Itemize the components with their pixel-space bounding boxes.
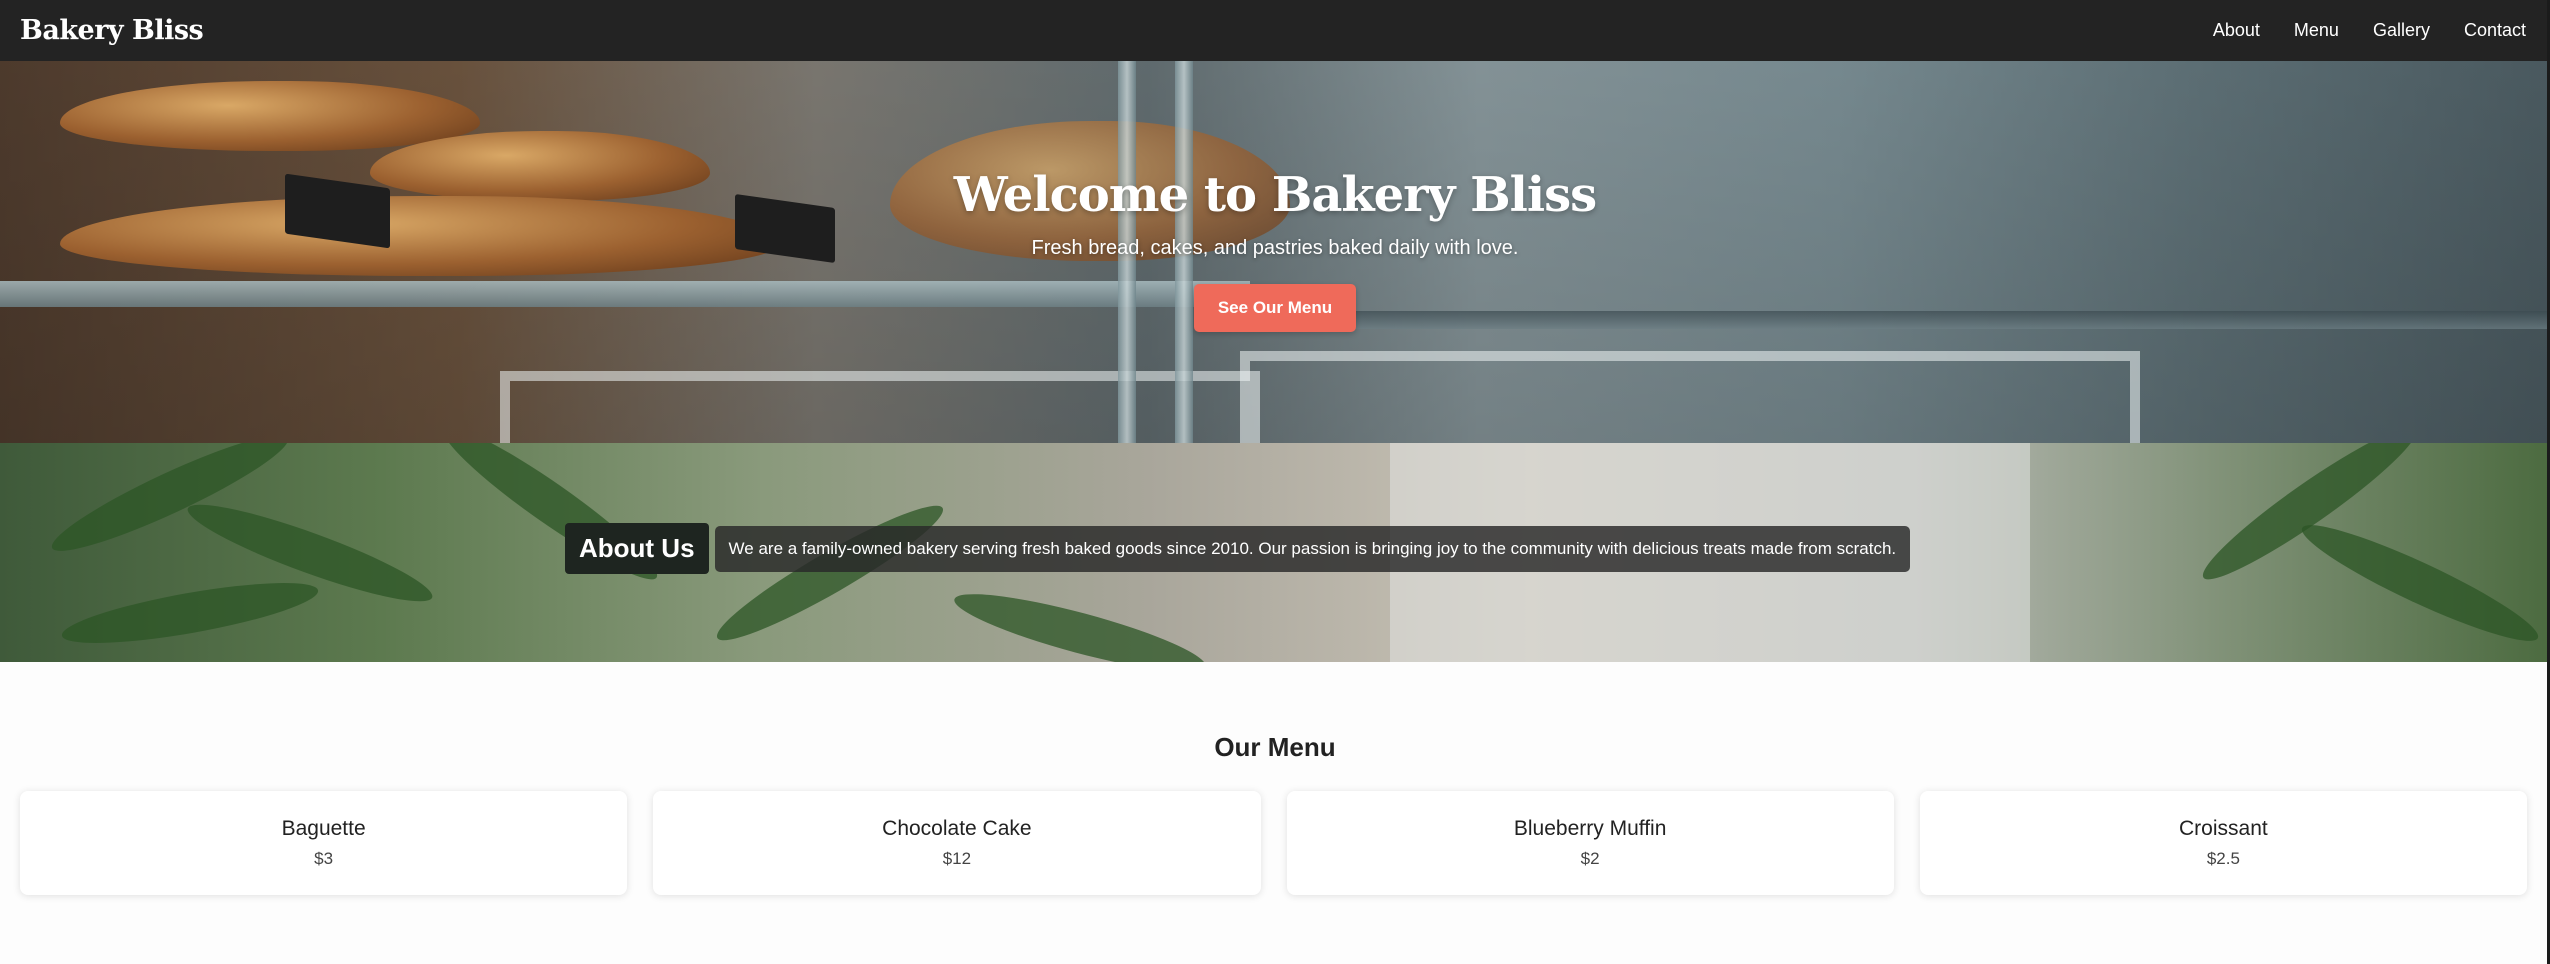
nav-link-about[interactable]: About [2213, 20, 2260, 41]
menu-card[interactable]: Blueberry Muffin $2 [1286, 791, 1894, 895]
menu-item-name: Baguette [281, 817, 366, 840]
menu-card[interactable]: Baguette $3 [20, 791, 628, 895]
hero-subtitle: Fresh bread, cakes, and pastries baked d… [1031, 237, 1519, 259]
menu-item-price: $12 [942, 849, 972, 868]
menu-item-price: $2.5 [2206, 849, 2240, 868]
nav-link-menu[interactable]: Menu [2294, 20, 2339, 41]
hero-bg-window [500, 371, 1260, 443]
about-bg-leaf [58, 570, 322, 656]
menu-item-name: Chocolate Cake [882, 817, 1032, 840]
see-menu-button[interactable]: See Our Menu [1193, 284, 1357, 332]
menu-item-name: Croissant [2179, 817, 2268, 840]
hero-bg-window [1240, 351, 2140, 443]
about-section: About Us We are a family-owned bakery se… [0, 443, 2550, 662]
nav-link-contact[interactable]: Contact [2464, 20, 2526, 41]
hero-bg-bread [60, 81, 480, 151]
about-heading: About Us [565, 523, 709, 574]
menu-item-name: Blueberry Muffin [1513, 817, 1667, 840]
nav-links: About Menu Gallery Contact [2213, 20, 2526, 41]
hero-content: Welcome to Bakery Bliss Fresh bread, cak… [0, 167, 2550, 332]
nav-link-gallery[interactable]: Gallery [2373, 20, 2430, 41]
about-content: About Us We are a family-owned bakery se… [565, 523, 1911, 574]
menu-card[interactable]: Croissant $2.5 [1919, 791, 2527, 895]
menu-section: Our Menu Baguette $3 Chocolate Cake $12 … [0, 662, 2550, 964]
menu-item-price: $2 [1580, 849, 1600, 868]
menu-grid: Baguette $3 Chocolate Cake $12 Blueberry… [20, 791, 2527, 895]
brand-logo[interactable]: Bakery Bliss [20, 15, 204, 46]
menu-item-price: $3 [314, 849, 334, 868]
hero-section: Welcome to Bakery Bliss Fresh bread, cak… [0, 61, 2550, 443]
hero-title: Welcome to Bakery Bliss [953, 167, 1597, 223]
menu-card[interactable]: Chocolate Cake $12 [653, 791, 1261, 895]
about-bg-leaf [949, 580, 1211, 662]
about-bg-leaf [2293, 509, 2547, 657]
about-text: We are a family-owned bakery serving fre… [714, 525, 1911, 572]
menu-title: Our Menu [1214, 732, 1336, 762]
navbar: Bakery Bliss About Menu Gallery Contact [0, 0, 2550, 61]
